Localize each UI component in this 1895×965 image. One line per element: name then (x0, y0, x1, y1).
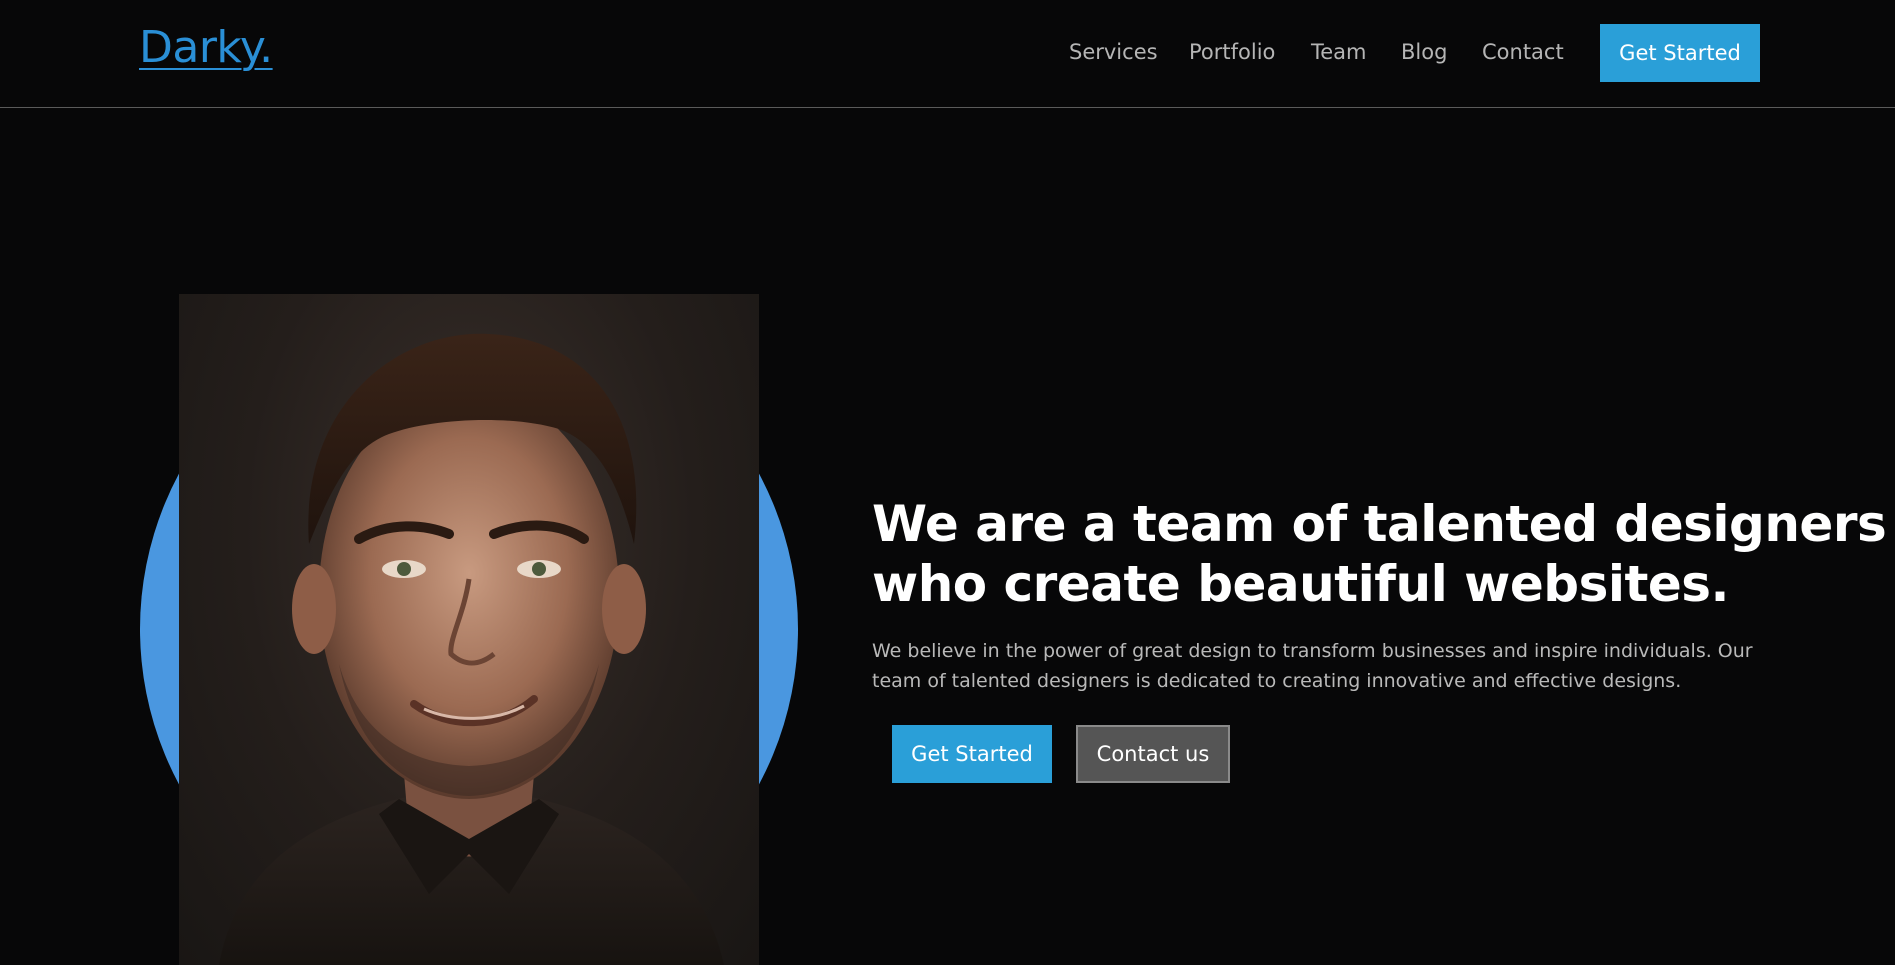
headline-line-2: who create beautiful websites. (872, 555, 1730, 613)
hero-get-started-button[interactable]: Get Started (892, 725, 1052, 783)
nav-blog[interactable]: Blog (1401, 40, 1447, 64)
site-header: Darky. Services Portfolio Team Blog Cont… (0, 0, 1895, 108)
hero-description: We believe in the power of great design … (872, 636, 1753, 696)
headline-line-1: We are a team of talented designers (872, 495, 1887, 553)
description-line-1: We believe in the power of great design … (872, 640, 1753, 662)
nav-services[interactable]: Services (1069, 40, 1158, 64)
nav-portfolio[interactable]: Portfolio (1189, 40, 1275, 64)
header-get-started-button[interactable]: Get Started (1600, 24, 1760, 82)
portrait-image (179, 294, 759, 965)
nav-contact[interactable]: Contact (1482, 40, 1564, 64)
description-line-2: team of talented designers is dedicated … (872, 670, 1682, 692)
hero-headline: We are a team of talented designers who … (872, 494, 1887, 614)
person-portrait-icon (219, 333, 724, 965)
logo-link[interactable]: Darky. (139, 22, 273, 73)
nav-team[interactable]: Team (1311, 40, 1367, 64)
contact-us-button[interactable]: Contact us (1076, 725, 1230, 783)
